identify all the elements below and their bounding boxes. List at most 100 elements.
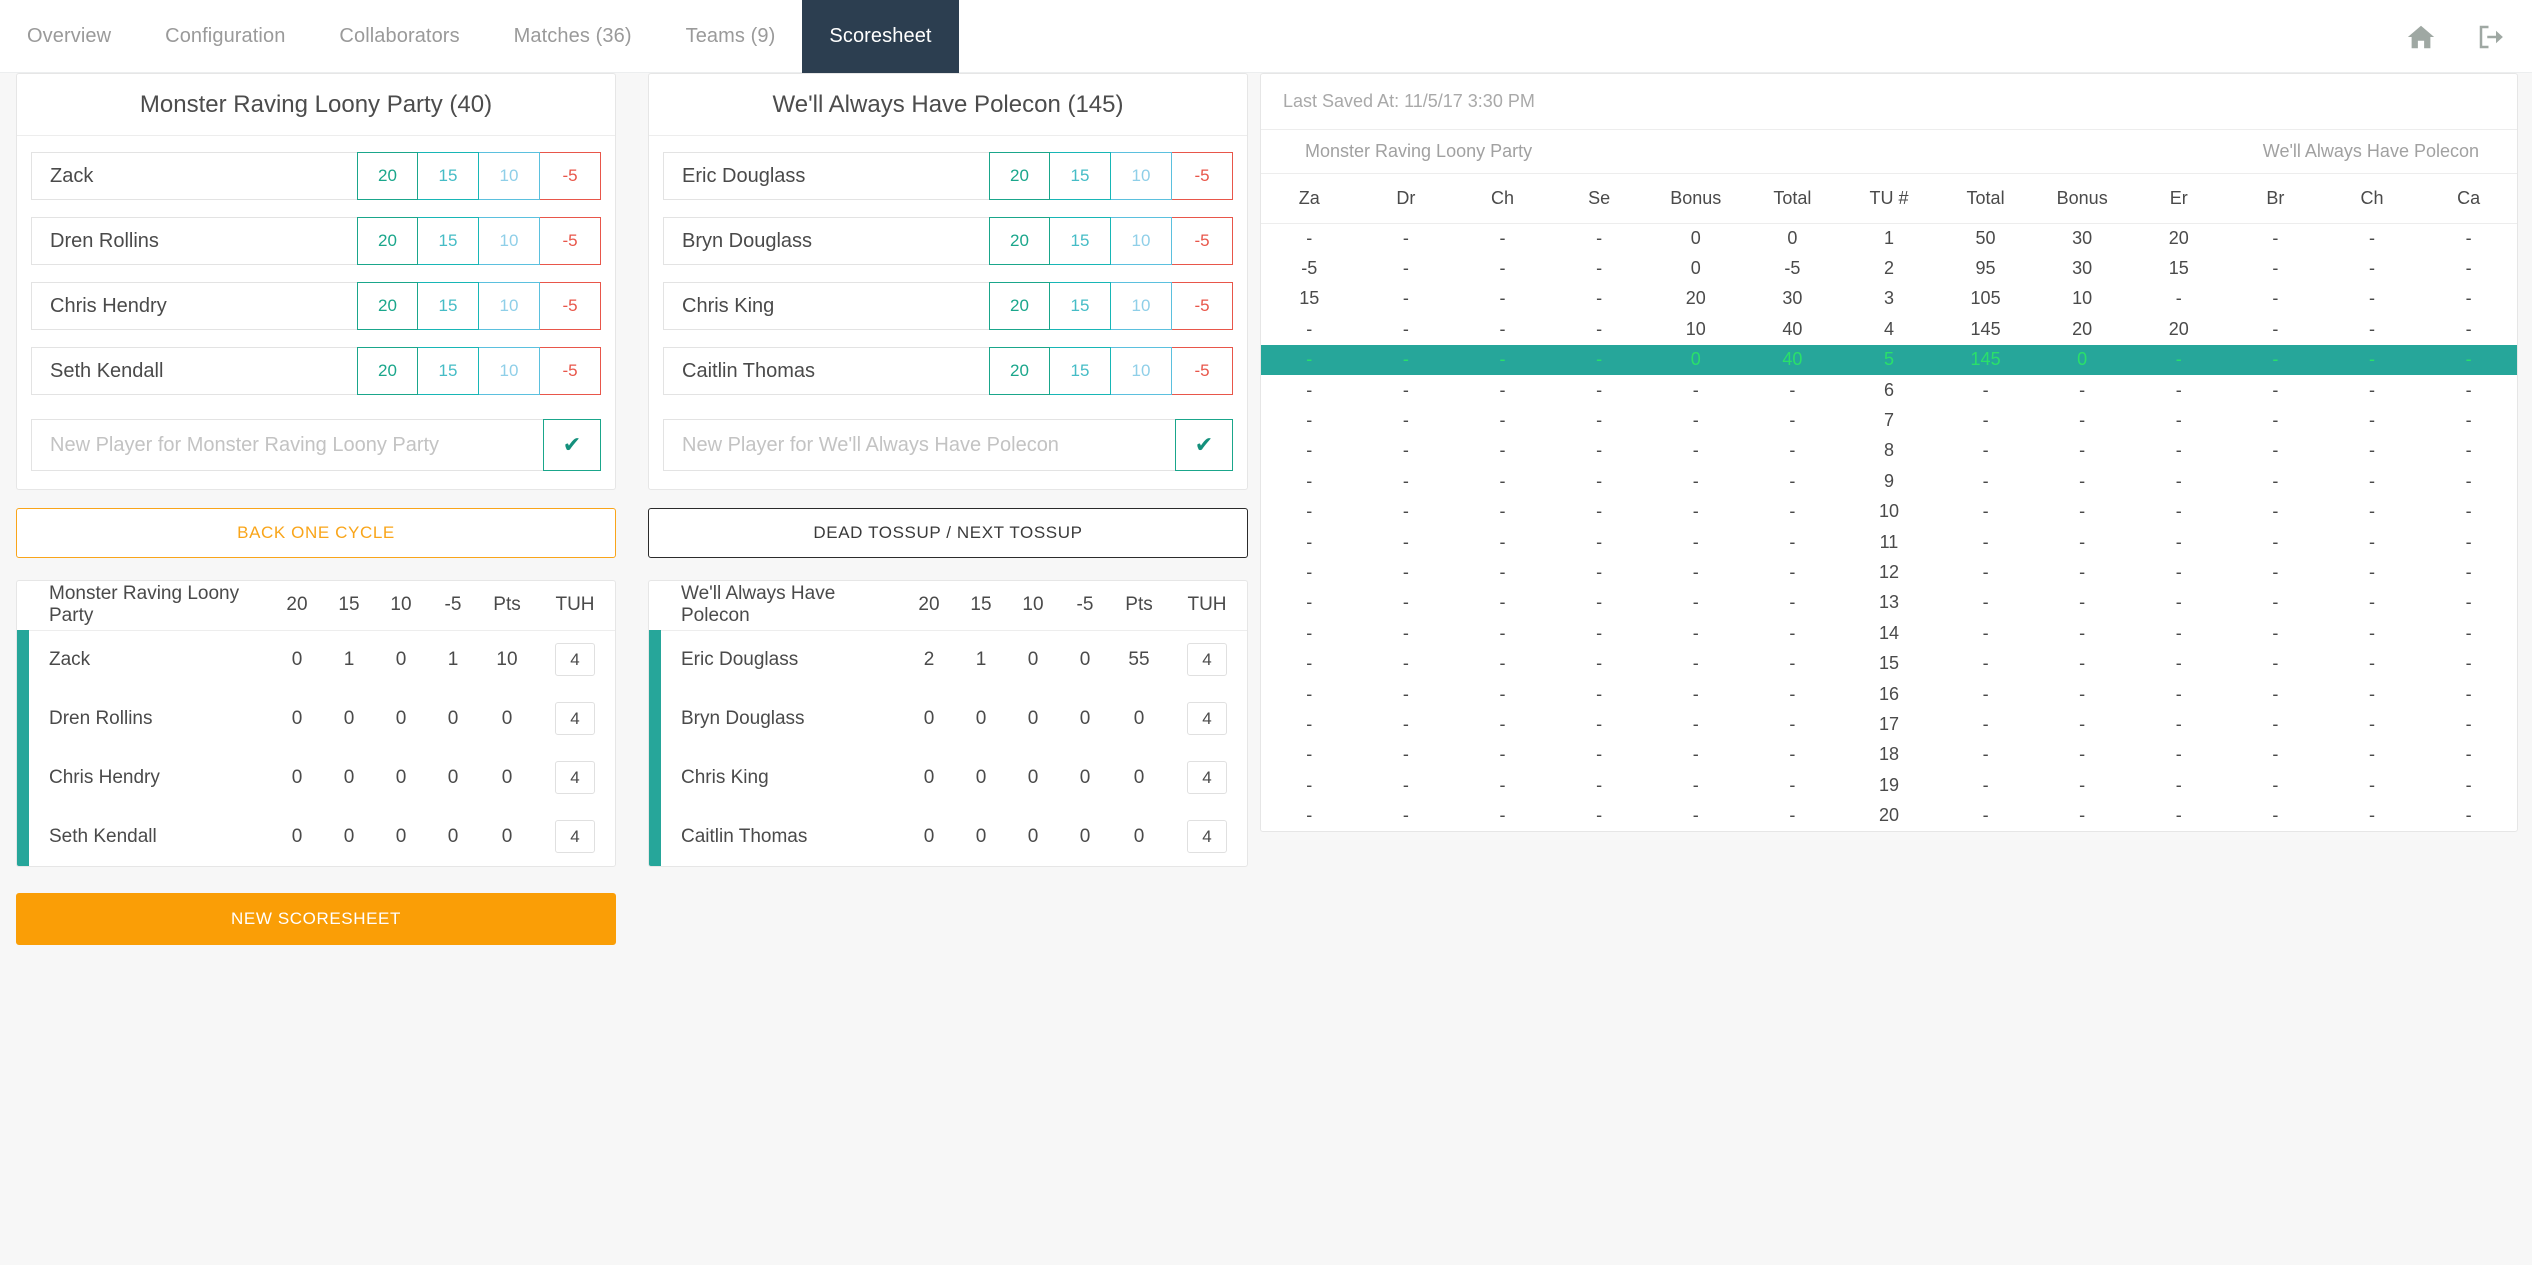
nav-tab-scoresheet[interactable]: Scoresheet	[802, 0, 959, 73]
score-button-15[interactable]: 15	[418, 347, 479, 395]
scoresheet-row[interactable]: - - - - - - 18 - - - - - -	[1261, 740, 2517, 770]
score-button-20[interactable]: 20	[989, 217, 1050, 265]
scoresheet-cell: -	[2272, 683, 2279, 704]
scoresheet-row[interactable]: - - - - - - 7 - - - - - -	[1261, 405, 2517, 435]
score-button-20[interactable]: 20	[989, 347, 1050, 395]
stats-col-header: -5	[427, 581, 479, 631]
scoresheet-row[interactable]: - - - - - - 15 - - - - - -	[1261, 648, 2517, 678]
score-button-20[interactable]: 20	[989, 152, 1050, 200]
tuh-input[interactable]: 4	[1187, 761, 1227, 794]
scoresheet-row[interactable]: - - - - - - 14 - - - - - -	[1261, 618, 2517, 648]
score-button-20[interactable]: 20	[357, 347, 418, 395]
scoresheet-cell: -	[1499, 349, 1506, 370]
tuh-input[interactable]: 4	[555, 643, 595, 677]
scoresheet-cell: -	[1499, 744, 1506, 765]
player-row: Dren Rollins 20 15 10 -5	[31, 217, 601, 265]
nav-tab-collaborators[interactable]: Collaborators	[312, 0, 486, 73]
score-button-10[interactable]: 10	[1111, 347, 1172, 395]
score-button-neg5[interactable]: -5	[540, 282, 601, 330]
scoresheet-row[interactable]: - - - - - - 11 - - - - - -	[1261, 527, 2517, 557]
scoresheet-row[interactable]: - - - - 10 40 4 145 20 20 - - -	[1261, 314, 2517, 344]
scoresheet-row[interactable]: - - - - - - 19 - - - - - -	[1261, 770, 2517, 800]
score-button-neg5[interactable]: -5	[540, 347, 601, 395]
team-b-new-player-input[interactable]	[663, 419, 1175, 471]
stats-value-cell: 0	[395, 825, 407, 847]
score-button-15[interactable]: 15	[1050, 282, 1111, 330]
score-button-10[interactable]: 10	[479, 282, 540, 330]
scoresheet-row[interactable]: - - - - 0 0 1 50 30 20 - - -	[1261, 223, 2517, 253]
new-scoresheet-button[interactable]: NEW SCORESHEET	[16, 893, 616, 945]
scoresheet-row[interactable]: - - - - - - 13 - - - - - -	[1261, 588, 2517, 618]
scoresheet-row[interactable]: - - - - - - 6 - - - - - -	[1261, 375, 2517, 405]
tuh-input[interactable]: 4	[555, 820, 595, 853]
score-button-10[interactable]: 10	[479, 347, 540, 395]
team-b-add-player-check-icon[interactable]: ✔	[1175, 419, 1233, 471]
score-button-20[interactable]: 20	[989, 282, 1050, 330]
home-icon[interactable]	[2406, 22, 2436, 52]
scoresheet-cell: -	[2465, 440, 2472, 461]
stats-value-cell: 1	[447, 648, 459, 670]
stats-value-cell: 0	[447, 707, 459, 729]
score-button-15[interactable]: 15	[418, 282, 479, 330]
back-one-cycle-button[interactable]: BACK ONE CYCLE	[16, 508, 616, 558]
score-button-15[interactable]: 15	[418, 217, 479, 265]
score-button-neg5[interactable]: -5	[540, 152, 601, 200]
scoresheet-row[interactable]: -5 - - - 0 -5 2 95 30 15 - - -	[1261, 253, 2517, 283]
scoresheet-row[interactable]: - - - - - - 20 - - - - - -	[1261, 800, 2517, 830]
score-button-neg5[interactable]: -5	[540, 217, 601, 265]
score-button-10[interactable]: 10	[479, 217, 540, 265]
stats-value-cell: 0	[1027, 825, 1039, 847]
sign-out-icon[interactable]	[2476, 22, 2506, 52]
scoresheet-cell: -	[1692, 531, 1699, 552]
scoresheet-cell: -	[1402, 318, 1409, 339]
score-button-20[interactable]: 20	[357, 282, 418, 330]
stats-value-cell: 0	[447, 825, 459, 847]
score-button-10[interactable]: 10	[1111, 217, 1172, 265]
scoresheet-table: Za Dr Ch Se Bonus Total TU # Total Bonus Er Br Ch Ca…	[1261, 174, 2517, 831]
scoresheet-cell: -	[1596, 531, 1603, 552]
tuh-input[interactable]: 4	[1187, 820, 1227, 853]
nav-tab-overview[interactable]: Overview	[0, 0, 138, 73]
scoresheet-cell: -	[2079, 683, 2086, 704]
score-button-15[interactable]: 15	[1050, 217, 1111, 265]
scoresheet-cell: 0	[1690, 258, 1701, 279]
score-button-10[interactable]: 10	[479, 152, 540, 200]
nav-tab-teams-9[interactable]: Teams (9)	[659, 0, 803, 73]
scoresheet-row[interactable]: - - - - 0 40 5 145 0 - - - -	[1261, 344, 2517, 375]
score-button-15[interactable]: 15	[418, 152, 479, 200]
score-button-15[interactable]: 15	[1050, 152, 1111, 200]
dead-tossup-next-tossup-button[interactable]: DEAD TOSSUP / NEXT TOSSUP	[648, 508, 1248, 558]
nav-tab-matches-36[interactable]: Matches (36)	[487, 0, 659, 73]
nav-tab-configuration[interactable]: Configuration	[138, 0, 312, 73]
scoresheet-cell: 15	[2168, 258, 2189, 279]
scoresheet-col-header: Ch	[1454, 174, 1551, 224]
score-button-neg5[interactable]: -5	[1172, 282, 1233, 330]
scoresheet-cell: -	[1402, 501, 1409, 522]
scoresheet-row[interactable]: - - - - - - 10 - - - - - -	[1261, 497, 2517, 527]
tuh-input[interactable]: 4	[555, 761, 595, 794]
score-button-20[interactable]: 20	[357, 217, 418, 265]
scoresheet-cell: -	[1596, 805, 1603, 826]
score-button-neg5[interactable]: -5	[1172, 217, 1233, 265]
scoresheet-row[interactable]: 15 - - - 20 30 3 105 10 - - - -	[1261, 284, 2517, 314]
score-button-10[interactable]: 10	[1111, 282, 1172, 330]
score-button-15[interactable]: 15	[1050, 347, 1111, 395]
score-button-neg5[interactable]: -5	[1172, 347, 1233, 395]
scoresheet-row[interactable]: - - - - - - 8 - - - - - -	[1261, 436, 2517, 466]
team-a-add-player-check-icon[interactable]: ✔	[543, 419, 601, 471]
scoresheet-row[interactable]: - - - - - - 9 - - - - - -	[1261, 466, 2517, 496]
tuh-input[interactable]: 4	[555, 702, 595, 735]
score-button-neg5[interactable]: -5	[1172, 152, 1233, 200]
scoresheet-cell: -	[1596, 683, 1603, 704]
team-a-new-player-input[interactable]	[31, 419, 543, 471]
scoresheet-row[interactable]: - - - - - - 16 - - - - - -	[1261, 679, 2517, 709]
scoresheet-cell: -	[1692, 561, 1699, 582]
scoresheet-cell: -	[1402, 470, 1409, 491]
scoresheet-row[interactable]: - - - - - - 17 - - - - - -	[1261, 709, 2517, 739]
tuh-input[interactable]: 4	[1187, 702, 1227, 735]
scoresheet-row[interactable]: - - - - - - 12 - - - - - -	[1261, 557, 2517, 587]
tuh-input[interactable]: 4	[1187, 643, 1227, 677]
team-a-panel: Monster Raving Loony Party (40) Zack 20 15…	[16, 73, 616, 490]
score-button-10[interactable]: 10	[1111, 152, 1172, 200]
score-button-20[interactable]: 20	[357, 152, 418, 200]
